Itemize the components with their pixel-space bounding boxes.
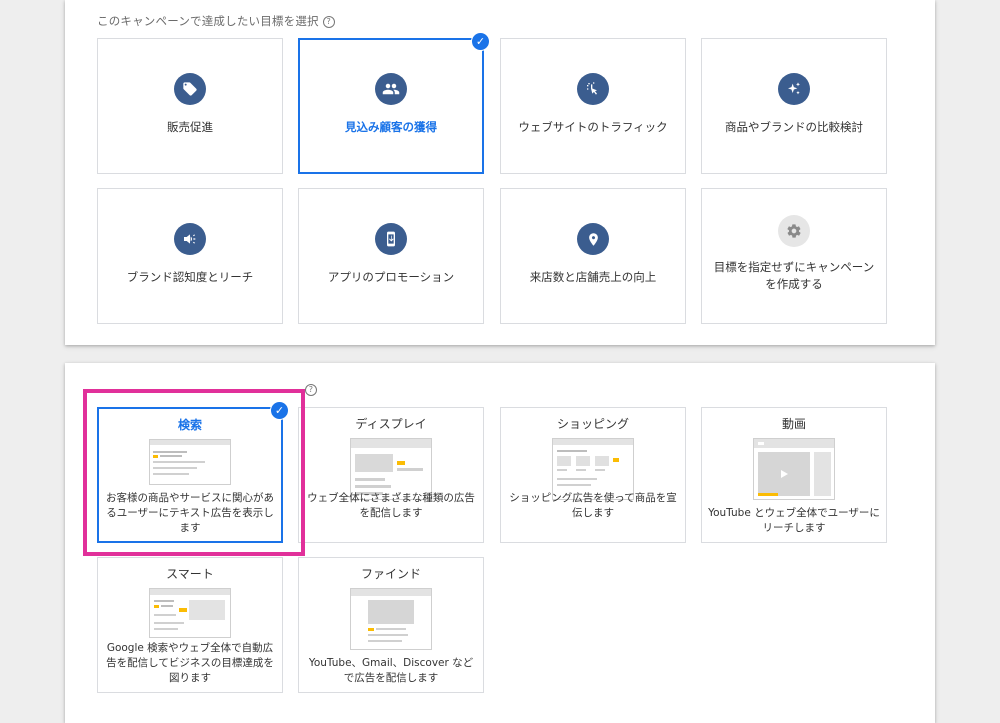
goal-card-awareness[interactable]: ブランド認知度とリーチ [97,188,283,324]
goal-card-app[interactable]: アプリのプロモーション [298,188,484,324]
tag-icon [174,73,206,105]
type-card-discover[interactable]: ファインド YouTube、Gmail、Discover などで広告を配信します [298,557,484,693]
cursor-click-icon [577,73,609,105]
goal-card-label: 商品やブランドの比較検討 [725,120,863,134]
type-card-title: ショッピング [556,417,629,431]
type-card-description: Google 検索やウェブ全体で自動広告を配信してビジネスの目標達成を図ります [106,642,274,684]
people-icon [375,73,407,105]
goal-section-title-text: このキャンペーンで達成したい目標を選択 [97,14,319,28]
goal-selection-panel: このキャンペーンで達成したい目標を選択? 販売促進 ✓ 見込み顧客の獲得 ウェブ… [65,0,935,345]
type-card-description: YouTube、Gmail、Discover などで広告を配信します [308,657,474,684]
goal-card-consideration[interactable]: 商品やブランドの比較検討 [701,38,887,174]
goal-card-label: 見込み顧客の獲得 [345,120,437,134]
goal-card-label: 目標を指定せずにキャンペーンを作成する [713,260,875,291]
discover-ad-thumbnail [350,588,432,650]
type-card-smart[interactable]: スマート Google 検索やウェブ全体で自動広告を配信してビジネスの目標達成を… [97,557,283,693]
megaphone-icon [174,223,206,255]
goal-card-store-visits[interactable]: 来店数と店舗売上の向上 [500,188,686,324]
type-card-title: ディスプレイ [355,417,427,431]
type-card-title: スマート [166,567,214,581]
smart-ad-thumbnail [149,588,231,638]
checkmark-icon: ✓ [471,32,490,51]
location-pin-icon [577,223,609,255]
goal-card-label: ブランド認知度とリーチ [126,270,254,284]
type-card-description: ウェブ全体にさまざまな種類の広告を配信します [307,492,475,519]
goal-card-label: 来店数と店舗売上の向上 [529,270,657,284]
type-card-title: 動画 [781,417,806,431]
goal-card-label: 販売促進 [167,120,213,134]
type-card-shopping[interactable]: ショッピング ショッピング広告を使って商品を宣伝します [500,407,686,543]
goal-card-no-goal[interactable]: 目標を指定せずにキャンペーンを作成する [701,188,887,324]
type-card-description: ショッピング広告を使って商品を宣伝します [509,492,677,519]
goal-card-sales[interactable]: 販売促進 [97,38,283,174]
video-ad-thumbnail [753,438,835,500]
type-card-display[interactable]: ディスプレイ ウェブ全体にさまざまな種類の広告を配信します [298,407,484,543]
help-icon[interactable]: ? [305,384,317,396]
type-card-title: ファインド [360,567,421,581]
sparkle-icon [778,73,810,105]
phone-icon [375,223,407,255]
goal-card-leads[interactable]: ✓ 見込み顧客の獲得 [298,32,490,174]
goal-card-traffic[interactable]: ウェブサイトのトラフィック [500,38,686,174]
highlight-frame [83,389,305,556]
gear-icon [778,215,810,247]
goal-section-title: このキャンペーンで達成したい目標を選択? [97,13,335,29]
goal-card-label: ウェブサイトのトラフィック [518,120,668,134]
help-icon[interactable]: ? [322,16,335,28]
type-card-description: YouTube とウェブ全体でユーザーにリーチします [708,507,880,534]
type-card-video[interactable]: 動画 YouTube とウェブ全体でユーザーにリーチします [701,407,887,543]
goal-card-label: アプリのプロモーション [327,270,455,284]
